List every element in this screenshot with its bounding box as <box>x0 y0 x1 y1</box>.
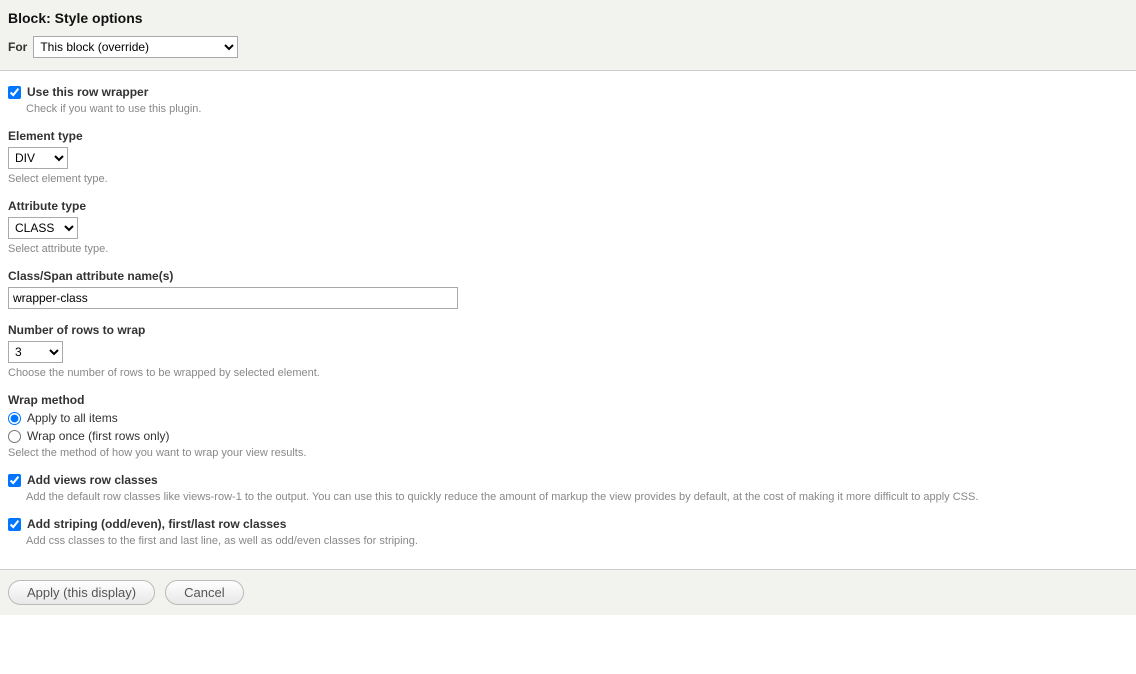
attribute-type-desc: Select attribute type. <box>8 243 1128 255</box>
element-type-group: Element type DIV Select element type. <box>8 129 1128 185</box>
striping-label: Add striping (odd/even), first/last row … <box>27 517 286 531</box>
use-wrapper-desc: Check if you want to use this plugin. <box>26 103 1128 115</box>
row-classes-desc: Add the default row classes like views-r… <box>26 491 1128 503</box>
wrap-method-desc: Select the method of how you want to wra… <box>8 447 1128 459</box>
num-rows-label: Number of rows to wrap <box>8 323 1128 337</box>
wrap-once-radio[interactable] <box>8 430 21 443</box>
striping-desc: Add css classes to the first and last li… <box>26 535 1128 547</box>
element-type-label: Element type <box>8 129 1128 143</box>
element-type-desc: Select element type. <box>8 173 1128 185</box>
attr-name-input[interactable] <box>8 287 458 309</box>
num-rows-desc: Choose the number of rows to be wrapped … <box>8 367 1128 379</box>
use-wrapper-group: Use this row wrapper Check if you want t… <box>8 85 1128 115</box>
attribute-type-select[interactable]: CLASS <box>8 217 78 239</box>
wrap-all-label: Apply to all items <box>27 411 118 425</box>
row-classes-checkbox[interactable] <box>8 474 21 487</box>
header-bar: Block: Style options For This block (ove… <box>0 0 1136 71</box>
wrap-all-radio[interactable] <box>8 412 21 425</box>
cancel-button[interactable]: Cancel <box>165 580 243 605</box>
striping-checkbox[interactable] <box>8 518 21 531</box>
use-wrapper-checkbox[interactable] <box>8 86 21 99</box>
page-title: Block: Style options <box>8 10 1128 26</box>
for-select[interactable]: This block (override) <box>33 36 238 58</box>
row-classes-group: Add views row classes Add the default ro… <box>8 473 1128 503</box>
wrap-method-group: Wrap method Apply to all items Wrap once… <box>8 393 1128 459</box>
wrap-method-label: Wrap method <box>8 393 1128 407</box>
num-rows-select[interactable]: 3 <box>8 341 63 363</box>
row-classes-label: Add views row classes <box>27 473 158 487</box>
num-rows-group: Number of rows to wrap 3 Choose the numb… <box>8 323 1128 379</box>
apply-button[interactable]: Apply (this display) <box>8 580 155 605</box>
for-label: For <box>8 40 27 54</box>
form-content: Use this row wrapper Check if you want t… <box>0 71 1136 569</box>
footer-bar: Apply (this display) Cancel <box>0 569 1136 615</box>
attr-name-label: Class/Span attribute name(s) <box>8 269 1128 283</box>
element-type-select[interactable]: DIV <box>8 147 68 169</box>
striping-group: Add striping (odd/even), first/last row … <box>8 517 1128 547</box>
attr-name-group: Class/Span attribute name(s) <box>8 269 1128 309</box>
wrap-once-label: Wrap once (first rows only) <box>27 429 169 443</box>
for-row: For This block (override) <box>8 36 1128 58</box>
use-wrapper-label: Use this row wrapper <box>27 85 148 99</box>
attribute-type-label: Attribute type <box>8 199 1128 213</box>
attribute-type-group: Attribute type CLASS Select attribute ty… <box>8 199 1128 255</box>
